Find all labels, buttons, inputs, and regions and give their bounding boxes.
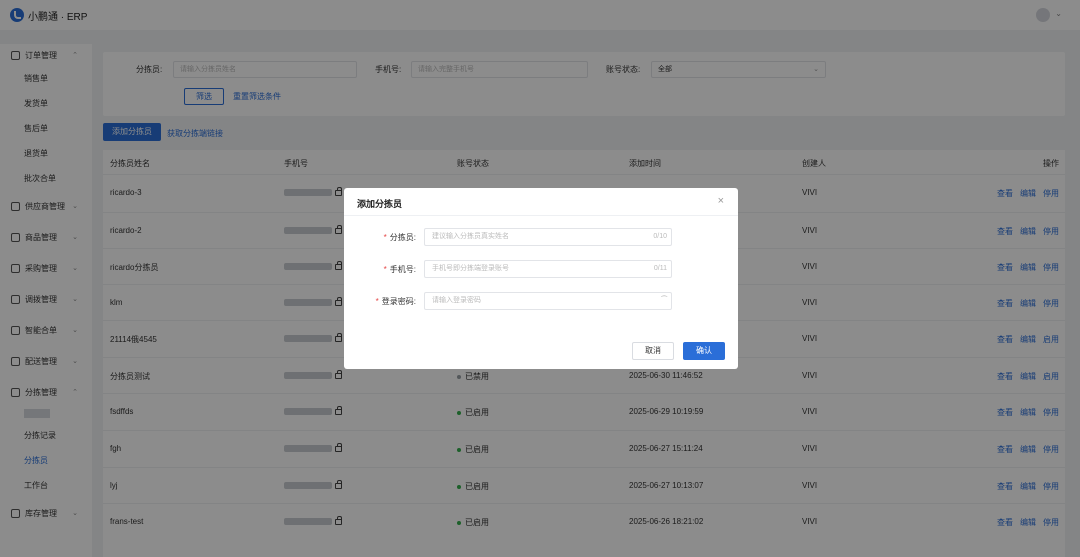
sorter-name-label: * 分拣员: (383, 233, 416, 242)
password-input[interactable]: 请输入登录密码 ⁀ (424, 292, 672, 310)
required-mark: * (383, 265, 387, 274)
eye-off-icon[interactable]: ⁀ (661, 293, 667, 309)
confirm-button[interactable]: 确认 (683, 342, 725, 360)
close-icon[interactable]: × (718, 195, 724, 207)
required-mark: * (383, 233, 387, 242)
password-label: * 登录密码: (375, 297, 416, 306)
char-counter: 0/10 (653, 233, 667, 240)
add-sorter-dialog: 添加分拣员 × * 分拣员: 建议输入分拣员真实姓名 0/10 * 手机号: 手机号即… (344, 188, 738, 369)
phone-label: * 手机号: (383, 265, 416, 274)
phone-input[interactable]: 手机号即分拣端登录账号 0/11 (424, 260, 672, 278)
sorter-name-input[interactable]: 建议输入分拣员真实姓名 0/10 (424, 228, 672, 246)
dialog-title: 添加分拣员 (357, 199, 403, 209)
required-mark: * (375, 297, 379, 306)
cancel-button[interactable]: 取消 (632, 342, 674, 360)
char-counter: 0/11 (653, 265, 667, 272)
divider (344, 215, 738, 216)
